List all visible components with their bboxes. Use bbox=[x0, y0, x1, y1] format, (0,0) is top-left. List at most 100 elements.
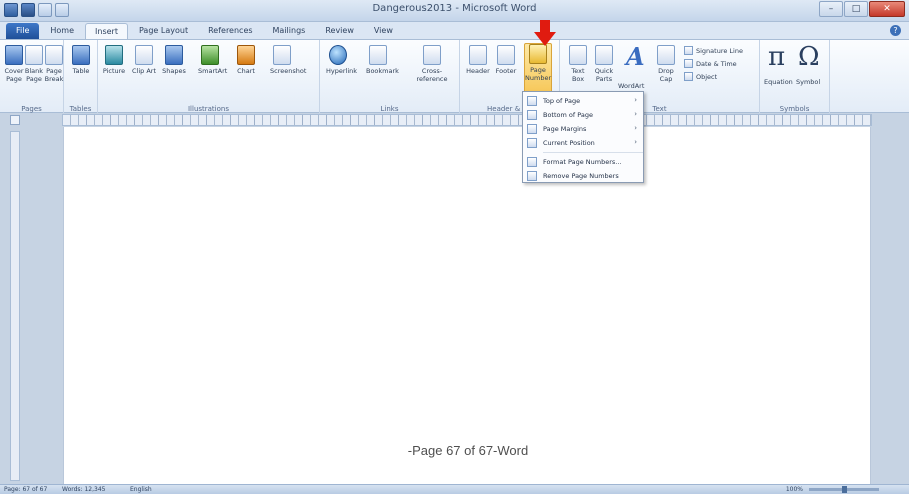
shapes-icon bbox=[165, 45, 183, 65]
clip-art-button[interactable]: Clip Art bbox=[132, 45, 156, 75]
smartart-button[interactable]: SmartArt bbox=[198, 45, 227, 75]
menu-item-format-page-numbers[interactable]: Format Page Numbers... bbox=[523, 155, 643, 169]
signature-line-button[interactable]: Signature Line bbox=[684, 46, 743, 55]
bookmark-label: Bookmark bbox=[366, 67, 399, 75]
language-status[interactable]: English bbox=[130, 486, 152, 493]
wordart-button[interactable]: WordArt bbox=[618, 82, 645, 90]
format-page-numbers-icon bbox=[527, 157, 537, 167]
submenu-arrow-icon: › bbox=[634, 110, 637, 118]
close-button[interactable]: ✕ bbox=[869, 1, 905, 17]
menu-item-label: Top of Page bbox=[543, 97, 581, 105]
zoom-slider-thumb[interactable] bbox=[842, 486, 847, 493]
tab-home[interactable]: Home bbox=[41, 23, 83, 39]
smartart-label: SmartArt bbox=[198, 67, 228, 75]
table-icon bbox=[72, 45, 90, 65]
group-pages: Cover Page Blank Page Page Break Pages bbox=[0, 40, 64, 114]
bookmark-button[interactable]: Bookmark bbox=[366, 45, 399, 75]
footer-label: Footer bbox=[495, 67, 517, 75]
blank-page-label: Blank Page bbox=[24, 67, 44, 83]
zoom-level[interactable]: 100% bbox=[786, 486, 803, 493]
horizontal-ruler[interactable] bbox=[62, 114, 873, 126]
shapes-label: Shapes bbox=[162, 67, 186, 75]
chart-button[interactable]: Chart bbox=[234, 45, 258, 75]
document-page[interactable]: -Page 67 of 67-Word bbox=[63, 127, 871, 487]
signature-line-label: Signature Line bbox=[696, 46, 743, 55]
tab-insert[interactable]: Insert bbox=[85, 23, 128, 39]
tab-references[interactable]: References bbox=[199, 23, 261, 39]
symbol-icon[interactable]: Ω bbox=[798, 42, 820, 72]
page-break-icon bbox=[45, 45, 63, 65]
menu-item-remove-page-numbers[interactable]: Remove Page Numbers bbox=[523, 169, 643, 183]
date-time-button[interactable]: Date & Time bbox=[684, 59, 737, 68]
page-number-button[interactable]: Page Number bbox=[524, 43, 552, 93]
page-margins-icon bbox=[527, 124, 537, 134]
tab-file[interactable]: File bbox=[6, 23, 40, 39]
smartart-icon bbox=[201, 45, 219, 65]
drop-cap-icon bbox=[657, 45, 675, 65]
cross-reference-label: Cross-reference bbox=[416, 67, 448, 83]
group-illustrations: Picture Clip Art Shapes SmartArt Chart S… bbox=[98, 40, 320, 114]
tab-selector[interactable] bbox=[10, 115, 20, 125]
group-links: Hyperlink Bookmark Cross-reference Links bbox=[320, 40, 460, 114]
menu-item-bottom-of-page[interactable]: Bottom of Page › bbox=[523, 108, 643, 122]
bottom-of-page-icon bbox=[527, 110, 537, 120]
drop-cap-button[interactable]: Drop Cap bbox=[654, 45, 678, 83]
clip-art-label: Clip Art bbox=[132, 67, 157, 75]
group-symbols-label: Symbols bbox=[779, 105, 810, 113]
footer-button[interactable]: Footer bbox=[494, 45, 518, 75]
vertical-ruler[interactable] bbox=[10, 131, 20, 481]
menu-item-current-position[interactable]: Current Position › bbox=[523, 136, 643, 150]
text-box-button[interactable]: Text Box bbox=[566, 45, 590, 83]
page-break-button[interactable]: Page Break bbox=[42, 45, 66, 83]
group-tables: Table Tables bbox=[64, 40, 98, 114]
symbol-label: Symbol bbox=[796, 78, 821, 86]
equation-icon[interactable]: π bbox=[768, 42, 785, 72]
chart-icon bbox=[237, 45, 255, 65]
wordart-label: WordArt bbox=[618, 82, 645, 90]
help-icon[interactable]: ? bbox=[890, 25, 901, 36]
submenu-arrow-icon: › bbox=[634, 96, 637, 104]
status-bar: Page: 67 of 67 Words: 12,345 English 100… bbox=[0, 484, 909, 494]
submenu-arrow-icon: › bbox=[634, 138, 637, 146]
ribbon: Cover Page Blank Page Page Break Pages T… bbox=[0, 39, 909, 114]
symbol-button[interactable]: Symbol bbox=[796, 78, 820, 86]
cross-reference-button[interactable]: Cross-reference bbox=[412, 45, 452, 83]
menu-item-label: Current Position bbox=[543, 139, 595, 147]
shapes-button[interactable]: Shapes bbox=[162, 45, 186, 75]
bookmark-icon bbox=[369, 45, 387, 65]
page-break-label: Page Break bbox=[44, 67, 64, 83]
page-footer-text[interactable]: -Page 67 of 67-Word bbox=[64, 443, 872, 458]
equation-button[interactable]: Equation bbox=[764, 78, 793, 86]
page-count-status[interactable]: Page: 67 of 67 bbox=[4, 486, 47, 493]
header-icon bbox=[469, 45, 487, 65]
tab-mailings[interactable]: Mailings bbox=[264, 23, 315, 39]
drop-cap-label: Drop Cap bbox=[658, 67, 674, 83]
object-button[interactable]: Object bbox=[684, 72, 717, 81]
word-count-status[interactable]: Words: 12,345 bbox=[62, 486, 105, 493]
tab-review[interactable]: Review bbox=[316, 23, 363, 39]
menu-item-top-of-page[interactable]: Top of Page › bbox=[523, 94, 643, 108]
menu-item-label: Format Page Numbers... bbox=[543, 158, 622, 166]
quick-parts-button[interactable]: Quick Parts bbox=[592, 45, 616, 83]
picture-button[interactable]: Picture bbox=[102, 45, 126, 75]
current-position-icon bbox=[527, 138, 537, 148]
header-button[interactable]: Header bbox=[466, 45, 490, 75]
maximize-button[interactable]: □ bbox=[844, 1, 868, 17]
title-bar: Dangerous2013 - Microsoft Word – □ ✕ bbox=[0, 0, 909, 22]
object-icon bbox=[684, 72, 693, 81]
quick-parts-icon bbox=[595, 45, 613, 65]
menu-item-page-margins[interactable]: Page Margins › bbox=[523, 122, 643, 136]
hyperlink-icon bbox=[329, 45, 347, 65]
screenshot-button[interactable]: Screenshot bbox=[270, 45, 306, 75]
blank-page-icon bbox=[25, 45, 43, 65]
table-button[interactable]: Table bbox=[69, 45, 93, 75]
top-of-page-icon bbox=[527, 96, 537, 106]
tab-view[interactable]: View bbox=[365, 23, 402, 39]
wordart-icon[interactable]: A bbox=[626, 42, 645, 71]
tab-page-layout[interactable]: Page Layout bbox=[130, 23, 197, 39]
header-label: Header bbox=[466, 67, 490, 75]
picture-label: Picture bbox=[102, 67, 126, 75]
submenu-arrow-icon: › bbox=[634, 124, 637, 132]
minimize-button[interactable]: – bbox=[819, 1, 843, 17]
hyperlink-button[interactable]: Hyperlink bbox=[326, 45, 357, 75]
